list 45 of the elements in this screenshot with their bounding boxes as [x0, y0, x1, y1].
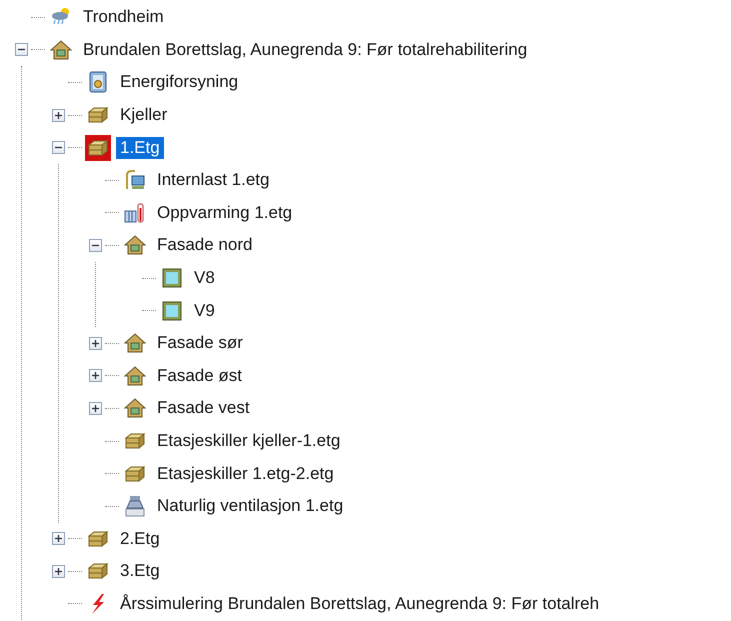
expander-toggle[interactable] — [89, 336, 102, 350]
tree-item[interactable]: 2.Etg — [116, 528, 164, 550]
tree-item[interactable]: Fasade vest — [153, 397, 254, 420]
computer-person-icon — [124, 169, 146, 192]
window-icon — [161, 267, 183, 290]
plus-icon — [54, 534, 63, 544]
house-icon — [124, 332, 146, 354]
tree-item[interactable]: Naturlig ventilasjon 1.etg — [153, 495, 348, 518]
expander-toggle[interactable] — [52, 108, 65, 122]
energy-box-icon — [87, 71, 109, 94]
heater-thermometer-icon — [124, 202, 146, 224]
tree-item[interactable]: Trondheim — [79, 6, 168, 28]
expander-toggle[interactable] — [89, 238, 102, 252]
tree-item[interactable]: Etasjeskiller 1.etg-2.etg — [153, 462, 338, 485]
plus-icon — [54, 566, 63, 576]
tree-item[interactable]: Fasade nord — [153, 234, 256, 256]
window-icon — [161, 300, 183, 322]
expander-toggle[interactable] — [89, 402, 102, 415]
tree-item[interactable]: Internlast 1.etg — [153, 169, 274, 192]
tree-item[interactable]: 3.Etg — [116, 560, 164, 582]
ventilation-icon — [124, 495, 146, 518]
tree-item[interactable]: Etasjeskiller kjeller-1.etg — [153, 430, 344, 452]
expander-toggle[interactable] — [15, 43, 28, 56]
tree-item[interactable]: Fasade øst — [153, 364, 246, 387]
tree-item[interactable]: V8 — [190, 267, 219, 290]
tree-item[interactable]: 1.Etg — [116, 136, 164, 159]
house-icon — [50, 38, 72, 61]
expander-toggle[interactable] — [52, 564, 65, 578]
expander-toggle[interactable] — [52, 141, 65, 154]
expander-toggle[interactable] — [52, 532, 65, 546]
tree-item[interactable]: Årssimulering Brundalen Borettslag, Aunegrenda 9: Før totalreh — [116, 592, 604, 615]
plus-icon — [91, 404, 100, 413]
plus-icon — [54, 110, 63, 120]
tree-item[interactable]: Oppvarming 1.etg — [153, 202, 296, 224]
tree-item[interactable]: V9 — [190, 300, 219, 322]
tree-item[interactable]: Energiforsyning — [116, 71, 242, 94]
house-icon — [124, 364, 146, 387]
plus-icon — [91, 371, 100, 380]
tree-item[interactable]: Kjeller — [116, 104, 172, 126]
house-icon — [124, 234, 146, 256]
expander-toggle[interactable] — [89, 369, 102, 382]
tree-item[interactable]: Brundalen Borettslag, Aunegrenda 9: Før totalrehabilitering — [79, 38, 532, 61]
house-icon — [124, 397, 146, 420]
plus-icon — [91, 338, 100, 348]
tree-item[interactable]: Fasade sør — [153, 332, 247, 354]
